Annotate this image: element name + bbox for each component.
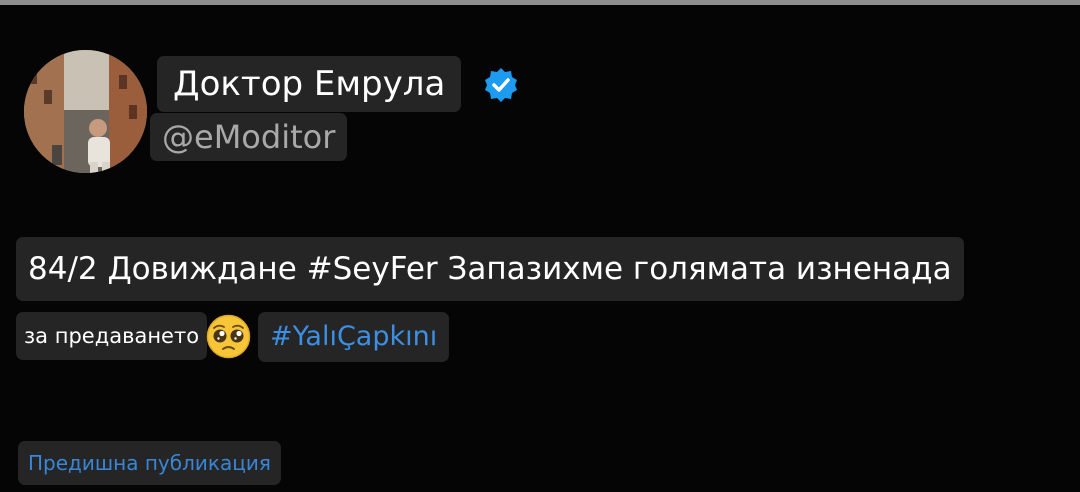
user-handle[interactable]: @eModitor xyxy=(150,113,348,161)
post-text-line-2: за предаването xyxy=(16,312,208,360)
pleading-face-emoji-icon xyxy=(206,314,251,359)
avatar[interactable] xyxy=(24,50,147,173)
post-screen: Доктор Емрула @eModitor 84/2 Довиждане #… xyxy=(0,0,1080,492)
hashtag-link[interactable]: #YalıÇapkını xyxy=(258,312,450,362)
display-name[interactable]: Доктор Емрула xyxy=(157,56,462,112)
post-text-line-1: 84/2 Довиждане #SeyFer Запазихме голямат… xyxy=(16,237,964,301)
verified-badge-icon xyxy=(485,68,517,102)
previous-post-link[interactable]: Предишна публикация xyxy=(18,441,281,485)
profile-photo-icon xyxy=(24,50,147,173)
top-divider xyxy=(0,0,1080,5)
